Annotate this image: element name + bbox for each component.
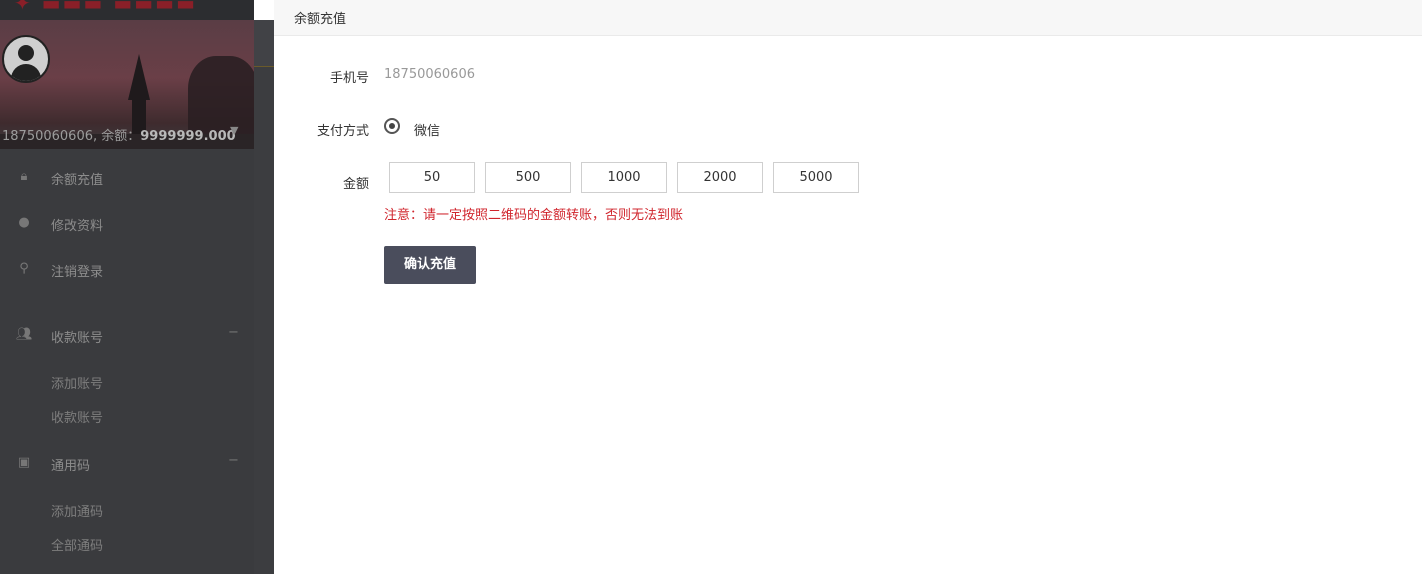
amount-option-1000[interactable]: 1000 bbox=[581, 162, 667, 193]
account-summary[interactable]: 18750060606, 余额：9999999.000 bbox=[2, 125, 236, 144]
brand-logo: ✦ ▬▬▬ ▬▬▬▬ bbox=[14, 0, 197, 15]
walk-icon: ⚲ bbox=[19, 261, 29, 276]
sidebar-group-label: 收款账号 bbox=[51, 331, 104, 346]
sidebar-item-recharge[interactable]: 🔒︎ 余额充值 bbox=[0, 163, 254, 193]
sidebar-group-accounts[interactable]: 👥︎ 收款账号 − bbox=[0, 321, 254, 351]
church-spire bbox=[128, 54, 150, 100]
collapse-icon[interactable]: − bbox=[228, 325, 239, 340]
profile-banner: 18750060606, 余额：9999999.000 ▼ bbox=[0, 20, 254, 149]
sidebar-group-label: 通用码 bbox=[51, 459, 91, 474]
lock-icon: 🔒︎ bbox=[20, 169, 28, 184]
sidebar-item-label: 修改资料 bbox=[51, 219, 104, 234]
modal-header: 余额充值 bbox=[274, 0, 1422, 36]
amount-option-50[interactable]: 50 bbox=[389, 162, 475, 193]
phone-label: 手机号 bbox=[329, 71, 369, 86]
user-icon: ● bbox=[18, 215, 30, 230]
sidebar: ✦ ▬▬▬ ▬▬▬▬ 18750060606, 余额：9999999.000 ▼… bbox=[0, 0, 254, 574]
amount-option-5000[interactable]: 5000 bbox=[773, 162, 859, 193]
sidebar-subitem-all-codes[interactable]: 全部通码 bbox=[51, 535, 103, 554]
sidebar-item-edit-profile[interactable]: ● 修改资料 bbox=[0, 209, 254, 239]
balance-value: 9999999.000 bbox=[140, 129, 236, 144]
collapse-icon[interactable]: − bbox=[228, 453, 239, 468]
avatar[interactable] bbox=[2, 35, 50, 83]
amount-option-2000[interactable]: 2000 bbox=[677, 162, 763, 193]
sidebar-group-codes[interactable]: ▣ 通用码 − bbox=[0, 449, 254, 479]
content-gap bbox=[254, 20, 274, 574]
people-icon: 👥︎ bbox=[16, 327, 33, 342]
amount-label: 金额 bbox=[342, 177, 369, 192]
transfer-notice: 注意：请一定按照二维码的金额转账，否则无法到账 bbox=[384, 208, 684, 223]
sidebar-item-logout[interactable]: ⚲ 注销登录 bbox=[0, 255, 254, 285]
card-icon: ▣ bbox=[17, 455, 31, 470]
sidebar-item-label: 注销登录 bbox=[51, 265, 104, 280]
payment-method-label: 支付方式 bbox=[316, 124, 369, 139]
modal-title: 余额充值 bbox=[294, 12, 347, 27]
sidebar-subitem-accounts[interactable]: 收款账号 bbox=[51, 407, 103, 426]
amount-option-500[interactable]: 500 bbox=[485, 162, 571, 193]
balance-label: 余额： bbox=[101, 129, 141, 144]
chevron-down-icon[interactable]: ▼ bbox=[230, 124, 238, 137]
wechat-radio-label[interactable]: 微信 bbox=[414, 120, 440, 139]
brand-strip: ✦ ▬▬▬ ▬▬▬▬ bbox=[0, 0, 254, 20]
sidebar-subitem-add-code[interactable]: 添加通码 bbox=[51, 501, 103, 520]
sidebar-item-label: 余额充值 bbox=[51, 173, 104, 188]
content-header-edge bbox=[254, 20, 274, 67]
account-phone: 18750060606 bbox=[2, 129, 93, 144]
recharge-modal: 余额充值 手机号 18750060606 支付方式 微信 金额 50 500 1… bbox=[274, 0, 1422, 574]
confirm-recharge-button[interactable]: 确认充值 bbox=[384, 246, 476, 284]
wechat-radio[interactable] bbox=[384, 118, 400, 134]
phone-value: 18750060606 bbox=[384, 67, 475, 82]
sidebar-subitem-add-account[interactable]: 添加账号 bbox=[51, 373, 103, 392]
